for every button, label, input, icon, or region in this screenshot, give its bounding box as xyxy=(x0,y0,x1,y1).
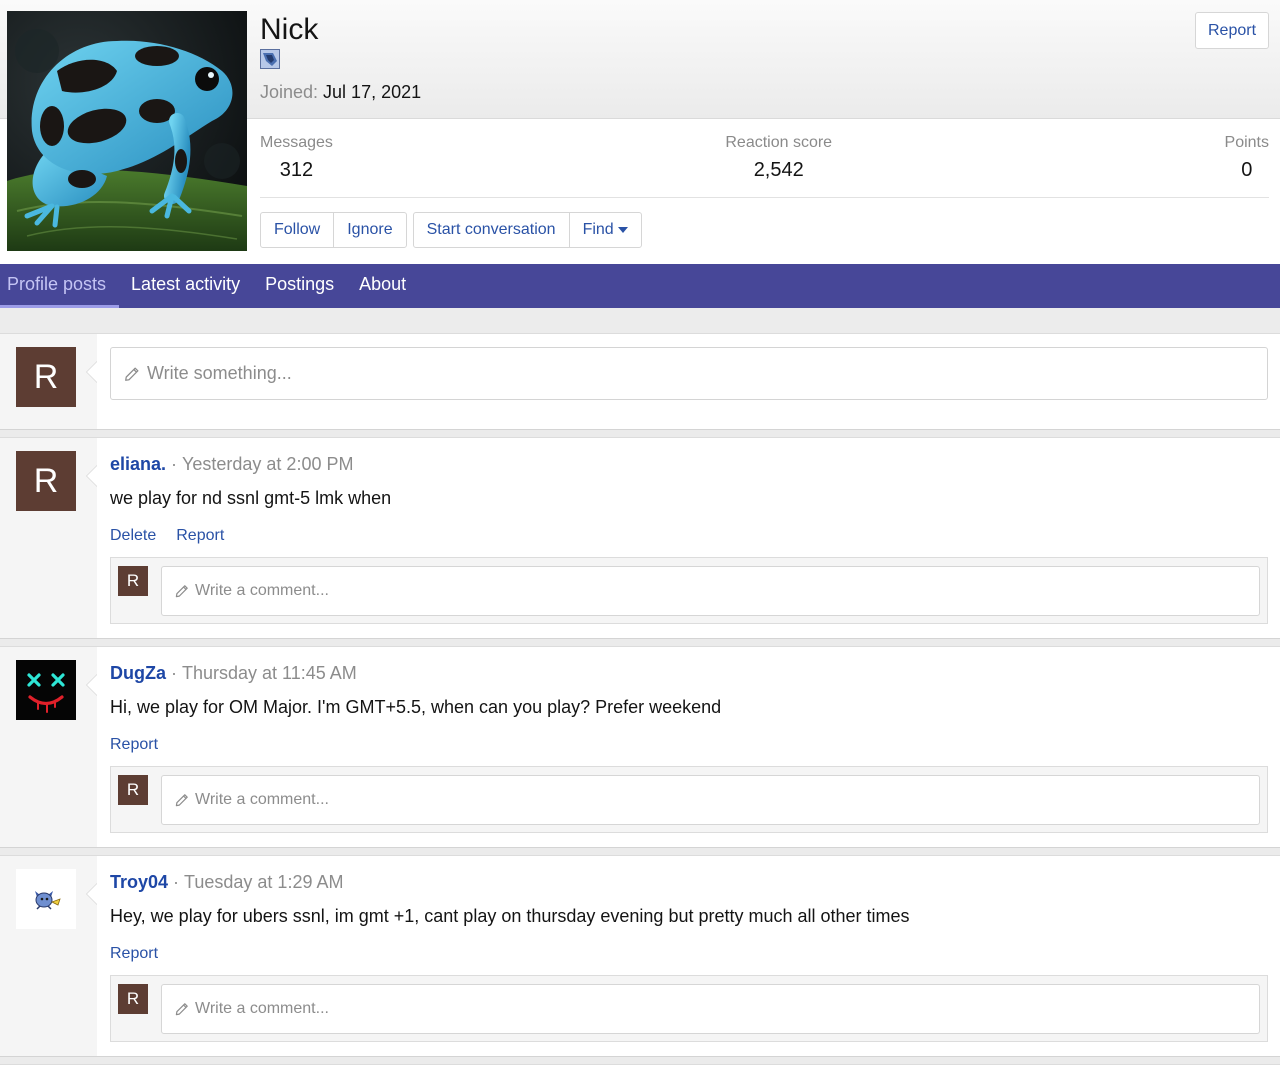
avatar[interactable]: R xyxy=(16,347,76,407)
avatar[interactable]: R xyxy=(118,566,148,596)
meta-separator: · xyxy=(173,872,180,892)
report-button[interactable]: Report xyxy=(1195,12,1269,49)
report-link[interactable]: Report xyxy=(110,944,158,964)
member-header: Nick Joined: Jul 17, 2021 Report Messages… xyxy=(0,0,1280,264)
stat-points[interactable]: Points 0 xyxy=(1225,132,1269,182)
follow-button[interactable]: Follow xyxy=(261,213,333,247)
report-link[interactable]: Report xyxy=(176,526,224,546)
joined-label: Joined: xyxy=(260,82,319,102)
profile-tabs: Profile posts Latest activity Postings A… xyxy=(0,264,1280,308)
comment-box: R xyxy=(110,766,1268,833)
tab-about[interactable]: About xyxy=(347,264,419,308)
avatar[interactable] xyxy=(16,660,76,720)
meta-separator: · xyxy=(171,663,177,683)
meta-separator: · xyxy=(171,454,178,474)
profile-post-composer: R xyxy=(0,334,1280,429)
block-separator xyxy=(0,429,1280,438)
profile-post: Troy04 · Tuesday at 1:29 AM Hey, we play f… xyxy=(0,856,1280,1056)
post-meta: DugZa · Thursday at 11:45 AM xyxy=(110,662,1268,684)
block-separator xyxy=(0,1056,1280,1065)
user-cell xyxy=(0,647,97,847)
conversation-find-group: Start conversation Find xyxy=(412,212,642,248)
avatar[interactable]: R xyxy=(118,984,148,1014)
post-timestamp[interactable]: Thursday at 11:45 AM xyxy=(182,663,357,683)
post-actions: Delete Report xyxy=(110,526,1268,546)
write-comment-input[interactable] xyxy=(195,582,1259,600)
post-message: Hey, we play for ubers ssnl, im gmt +1, … xyxy=(110,906,910,926)
message-cell: Troy04 · Tuesday at 1:29 AM Hey, we play f… xyxy=(86,856,1280,1056)
pencil-icon xyxy=(175,1003,188,1016)
post-meta: Troy04 · Tuesday at 1:29 AM xyxy=(110,871,1268,893)
tab-profile-posts[interactable]: Profile posts xyxy=(0,264,119,308)
follow-ignore-group: Follow Ignore xyxy=(260,212,407,248)
member-stats: Messages 312 Reaction score 2,542 Points… xyxy=(260,132,1269,182)
write-comment-input[interactable] xyxy=(195,791,1259,809)
find-button[interactable]: Find xyxy=(568,213,641,247)
delete-link[interactable]: Delete xyxy=(110,526,156,546)
pencil-icon xyxy=(175,794,188,807)
badge-icon xyxy=(260,49,280,69)
comment-box: R xyxy=(110,557,1268,624)
write-comment-field[interactable] xyxy=(161,566,1260,616)
write-something-field[interactable] xyxy=(110,347,1268,400)
stat-label: Reaction score xyxy=(725,134,833,151)
post-message: Hi, we play for OM Major. I'm GMT+5.5, w… xyxy=(110,697,722,717)
section-spacer xyxy=(0,308,1280,334)
stat-label: Points xyxy=(1224,134,1269,151)
pencil-icon xyxy=(175,585,188,598)
member-actions: Follow Ignore Start conversation Find xyxy=(260,212,642,248)
caret-down-icon xyxy=(617,227,628,233)
pencil-icon xyxy=(125,367,139,381)
post-meta: eliana. · Yesterday at 2:00 PM xyxy=(110,453,1268,475)
write-comment-field[interactable] xyxy=(161,984,1260,1034)
avatar[interactable]: R xyxy=(16,451,76,511)
post-actions: Report xyxy=(110,735,1268,755)
stat-value: 2,542 xyxy=(753,159,804,181)
profile-post: R eliana. · Yesterday at 2:00 PM we play f… xyxy=(0,438,1280,638)
username-link[interactable]: eliana. xyxy=(110,454,166,474)
tab-postings[interactable]: Postings xyxy=(253,264,347,308)
post-timestamp[interactable]: Yesterday at 2:00 PM xyxy=(182,454,353,474)
profile-post: DugZa · Thursday at 11:45 AM Hi, we play f… xyxy=(0,647,1280,847)
tab-latest-activity[interactable]: Latest activity xyxy=(119,264,253,308)
stat-reaction-score[interactable]: Reaction score 2,542 xyxy=(725,132,832,182)
profile-avatar[interactable] xyxy=(7,11,247,251)
post-timestamp[interactable]: Tuesday at 1:29 AM xyxy=(184,872,343,892)
block-separator xyxy=(0,847,1280,856)
block-separator xyxy=(0,638,1280,647)
user-cell: R xyxy=(0,334,97,429)
joined-info: Joined: Jul 17, 2021 xyxy=(260,81,421,103)
username-link[interactable]: DugZa xyxy=(110,663,166,683)
start-conversation-button[interactable]: Start conversation xyxy=(414,213,569,247)
find-label: Find xyxy=(582,221,614,238)
user-cell: R xyxy=(0,438,97,638)
stat-value: 0 xyxy=(1241,159,1253,181)
stat-label: Messages xyxy=(260,134,333,151)
post-actions: Report xyxy=(110,944,1268,964)
stats-divider xyxy=(260,197,1269,198)
message-cell: eliana. · Yesterday at 2:00 PM we play for… xyxy=(86,438,1280,638)
joined-date: Jul 17, 2021 xyxy=(323,82,422,102)
stat-messages[interactable]: Messages 312 xyxy=(260,132,333,182)
comment-box: R xyxy=(110,975,1268,1042)
avatar[interactable]: R xyxy=(118,775,148,805)
write-comment-field[interactable] xyxy=(161,775,1260,825)
write-something-input[interactable] xyxy=(147,363,1267,384)
message-cell: DugZa · Thursday at 11:45 AM Hi, we play f… xyxy=(86,647,1280,847)
write-comment-input[interactable] xyxy=(195,1000,1259,1018)
post-message: we play for nd ssnl gmt-5 lmk when xyxy=(110,488,392,508)
user-cell xyxy=(0,856,97,1056)
message-cell xyxy=(86,334,1280,429)
avatar[interactable] xyxy=(16,869,76,929)
report-link[interactable]: Report xyxy=(110,735,158,755)
stat-value: 312 xyxy=(279,159,314,181)
ignore-button[interactable]: Ignore xyxy=(333,213,405,247)
username-link[interactable]: Troy04 xyxy=(110,872,168,892)
profile-name: Nick xyxy=(260,13,319,46)
